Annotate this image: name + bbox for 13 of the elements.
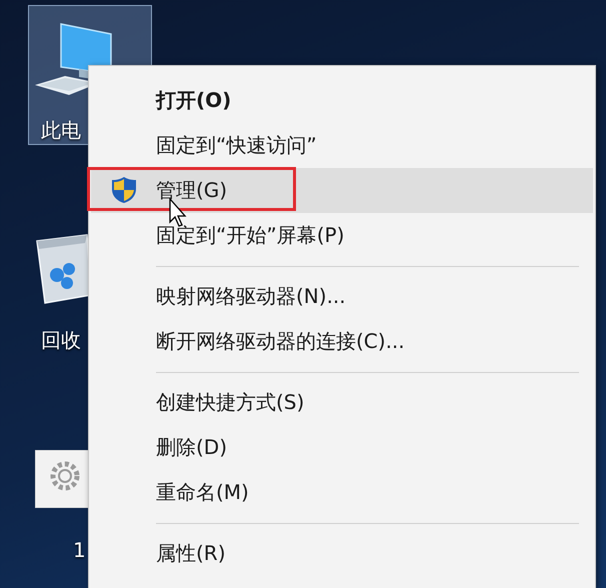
menu-item[interactable]: 断开网络驱动器的连接(C)...	[91, 319, 593, 364]
menu-item[interactable]: 删除(D)	[91, 425, 593, 470]
menu-item[interactable]: 打开(O)	[91, 78, 593, 123]
desktop-icon-label: 此电	[40, 118, 81, 142]
shield-icon	[111, 176, 137, 204]
desktop-icon-label: 回收	[40, 328, 81, 352]
menu-item[interactable]: 创建快捷方式(S)	[91, 380, 593, 425]
menu-item[interactable]: 重命名(M)	[91, 470, 593, 515]
menu-item[interactable]: 固定到“开始”屏幕(P)	[91, 213, 593, 258]
menu-item[interactable]: 属性(R)	[91, 531, 593, 576]
menu-item[interactable]: 固定到“快速访问”	[91, 123, 593, 168]
desktop-icon-label: 1	[72, 538, 86, 562]
menu-item[interactable]: 映射网络驱动器(N)...	[91, 274, 593, 319]
